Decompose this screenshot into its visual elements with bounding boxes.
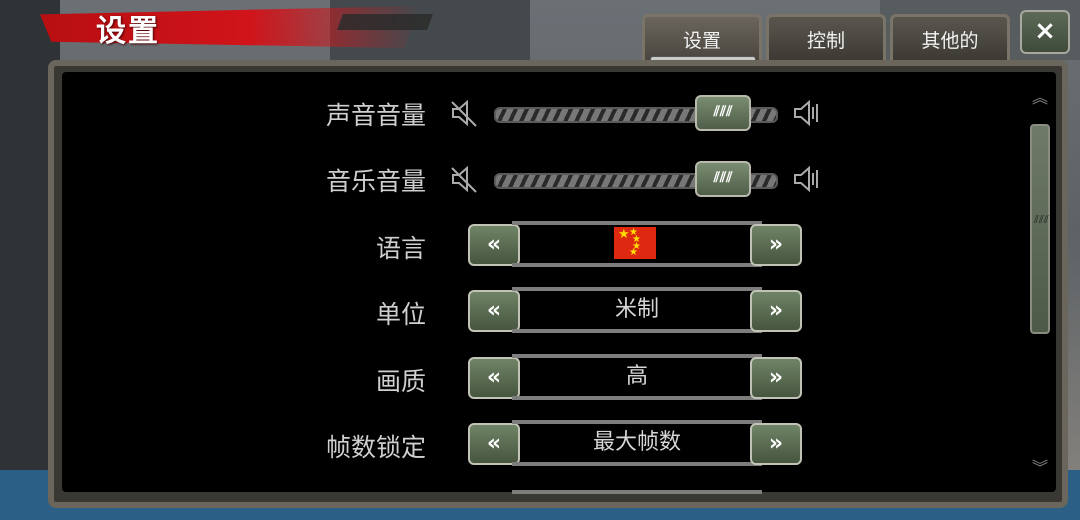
close-button[interactable]: × <box>1020 10 1070 54</box>
double-chevron-right-icon: » <box>768 232 784 257</box>
units-value: 米制 <box>512 287 762 333</box>
double-chevron-left-icon: « <box>486 365 502 390</box>
quality-value: 高 <box>512 354 762 400</box>
fps-lock-next-button[interactable]: » <box>750 423 802 465</box>
double-chevron-left-icon: « <box>486 431 502 456</box>
mute-icon[interactable] <box>450 164 478 194</box>
double-chevron-left-icon: « <box>486 232 502 257</box>
double-chevron-right-icon: » <box>768 431 784 456</box>
ribbon-decoration <box>337 14 433 30</box>
quality-next-button[interactable]: » <box>750 357 802 399</box>
close-icon: × <box>1034 16 1056 46</box>
scroll-up-icon[interactable]: ︽ <box>1030 88 1050 108</box>
sound-volume-label: 声音音量 <box>325 101 426 130</box>
fps-lock-value: 最大帧数 <box>512 420 762 466</box>
units-label: 单位 <box>375 300 426 329</box>
next-row-hint <box>512 490 762 494</box>
slider-knob[interactable]: ⫽⫽⫽ <box>695 95 751 131</box>
tab-other[interactable]: 其他的 <box>890 14 1010 60</box>
slider-knob[interactable]: ⫽⫽⫽ <box>695 161 751 197</box>
music-volume-label: 音乐音量 <box>325 167 426 196</box>
volume-icon[interactable] <box>792 98 820 128</box>
music-volume-slider[interactable]: ⫽⫽⫽ <box>494 161 778 197</box>
knob-grip-icon: ⫽⫽⫽ <box>713 170 733 186</box>
quality-label: 画质 <box>375 367 426 396</box>
double-chevron-right-icon: » <box>768 298 784 323</box>
china-flag-icon: ★ ★ ★ ★ ★ <box>614 227 656 259</box>
page-title: 设置 <box>96 14 160 49</box>
sound-volume-slider[interactable]: ⫽⫽⫽ <box>494 95 778 131</box>
double-chevron-right-icon: » <box>768 365 784 390</box>
language-next-button[interactable]: » <box>750 224 802 266</box>
knob-grip-icon: ⫽⫽⫽ <box>713 104 733 120</box>
scroll-grip-icon: ⫽⫽⫽ <box>1034 213 1049 226</box>
scroll-down-icon[interactable]: ︾ <box>1030 458 1050 478</box>
units-next-button[interactable]: » <box>750 290 802 332</box>
tab-settings[interactable]: 设置 <box>642 14 762 60</box>
fps-lock-label: 帧数锁定 <box>325 433 426 462</box>
double-chevron-left-icon: « <box>486 298 502 323</box>
mute-icon[interactable] <box>450 98 478 128</box>
tab-controls[interactable]: 控制 <box>766 14 886 60</box>
volume-icon[interactable] <box>792 164 820 194</box>
language-label: 语言 <box>375 234 426 263</box>
